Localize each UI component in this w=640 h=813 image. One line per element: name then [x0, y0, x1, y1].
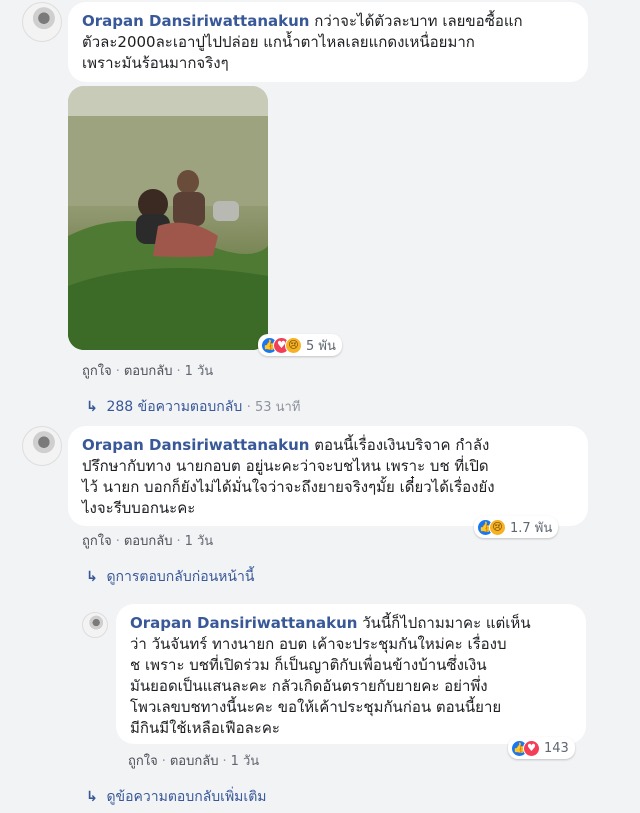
comment-time[interactable]: 1 วัน — [185, 364, 214, 379]
comment-actions: ถูกใจ · ตอบกลับ · 1 วัน — [82, 364, 214, 379]
comment-text-line: วันนี้ก็ไปถามมาคะ แต่เห็น — [362, 614, 531, 632]
replies-count[interactable]: 288 ข้อความตอบกลับ — [106, 399, 242, 415]
sad-reaction-icon: 😢 — [489, 518, 506, 536]
avatar[interactable] — [82, 612, 108, 638]
reply-arrow-icon: ↳ — [86, 399, 98, 415]
reply-bubble: Orapan Dansiriwattanakun วันนี้ก็ไปถามมา… — [116, 604, 586, 744]
more-replies-text[interactable]: ดูข้อความตอบกลับเพิ่มเติม — [106, 789, 266, 805]
like-link[interactable]: ถูกใจ — [82, 534, 112, 549]
like-link[interactable]: ถูกใจ — [128, 754, 158, 769]
comment-bubble: Orapan Dansiriwattanakun กว่าจะได้ตัวละบ… — [68, 2, 588, 82]
comment-author[interactable]: Orapan Dansiriwattanakun — [82, 436, 309, 454]
comment-actions: ถูกใจ · ตอบกลับ · 1 วัน — [82, 534, 214, 549]
love-reaction-icon: ♥ — [523, 739, 540, 757]
reaction-summary[interactable]: 👍 ♥ 😢 5 พัน — [258, 334, 342, 356]
comment-text-line: ไงจะรีบบอกนะคะ — [82, 499, 196, 517]
comment-text-line: กว่าจะได้ตัวละบาท เลยขอซื้อแก — [314, 12, 523, 30]
reaction-count: 143 — [544, 740, 569, 756]
replies-time: · 53 นาที — [246, 400, 301, 415]
comment-text-line: ตัวละ2000ละเอาปูไปปล่อย แกน้ำตาไหลเลยแกด… — [82, 33, 475, 51]
reaction-summary[interactable]: 👍 😢 1.7 พัน — [474, 516, 559, 538]
comment-text-line: ปรึกษากับทาง นายกอบต อยู่นะคะว่าจะบชไหน … — [82, 457, 489, 475]
comment-bubble: Orapan Dansiriwattanakun ตอนนี้เรื่องเงิ… — [68, 426, 588, 526]
reply-link[interactable]: ตอบกลับ — [124, 364, 173, 379]
reply-link[interactable]: ตอบกลับ — [124, 534, 173, 549]
view-replies-link[interactable]: ↳ 288 ข้อความตอบกลับ · 53 นาที — [86, 396, 300, 418]
like-link[interactable]: ถูกใจ — [82, 364, 112, 379]
comment-text-line: ช เพราะ บชที่เปิดร่วม ก็เป็นญาติกับเพื่อ… — [130, 656, 487, 674]
comment-author[interactable]: Orapan Dansiriwattanakun — [130, 614, 357, 632]
comment-time[interactable]: 1 วัน — [231, 754, 260, 769]
reply-arrow-icon: ↳ — [86, 569, 98, 585]
comment-time[interactable]: 1 วัน — [185, 534, 214, 549]
view-previous-replies-link[interactable]: ↳ ดูการตอบกลับก่อนหน้านี้ — [86, 566, 254, 588]
comment-text-line: ไว้ นายก บอกก็ยังไม่ได้มั่นใจว่าจะถึงยาย… — [82, 478, 495, 496]
comment-text-line: มันยอดเป็นแสนละคะ กลัวเกิดอันตรายกับยายค… — [130, 677, 488, 695]
comment-text-line: ว่า วันจันทร์ ทางนายก อบต เค้าจะประชุมกั… — [130, 635, 507, 653]
view-more-replies-link[interactable]: ↳ ดูข้อความตอบกลับเพิ่มเติม — [86, 786, 267, 808]
comment-text-line: โพวเลขบชทางนี้นะคะ ขอให้เค้าประชุมกันก่อ… — [130, 698, 502, 716]
comment-photo[interactable] — [68, 86, 268, 350]
previous-replies-text[interactable]: ดูการตอบกลับก่อนหน้านี้ — [106, 569, 254, 585]
reply-arrow-icon: ↳ — [86, 789, 98, 805]
avatar[interactable] — [22, 2, 62, 42]
reply-link[interactable]: ตอบกลับ — [170, 754, 219, 769]
comment-text-line: มีกินมีใช้เหลือเฟือละคะ — [130, 719, 280, 737]
comment-text-line: ตอนนี้เรื่องเงินบริจาค กำลัง — [314, 436, 490, 454]
reaction-summary[interactable]: 👍 ♥ 143 — [508, 737, 575, 759]
comment-author[interactable]: Orapan Dansiriwattanakun — [82, 12, 309, 30]
avatar[interactable] — [22, 426, 62, 466]
comment-actions: ถูกใจ · ตอบกลับ · 1 วัน — [128, 754, 260, 769]
comment-text-line: เพราะมันร้อนมากจริงๆ — [82, 54, 229, 72]
sad-reaction-icon: 😢 — [285, 336, 302, 354]
field-photo-image — [68, 86, 268, 350]
reaction-count: 1.7 พัน — [510, 520, 553, 536]
reaction-count: 5 พัน — [306, 338, 336, 354]
